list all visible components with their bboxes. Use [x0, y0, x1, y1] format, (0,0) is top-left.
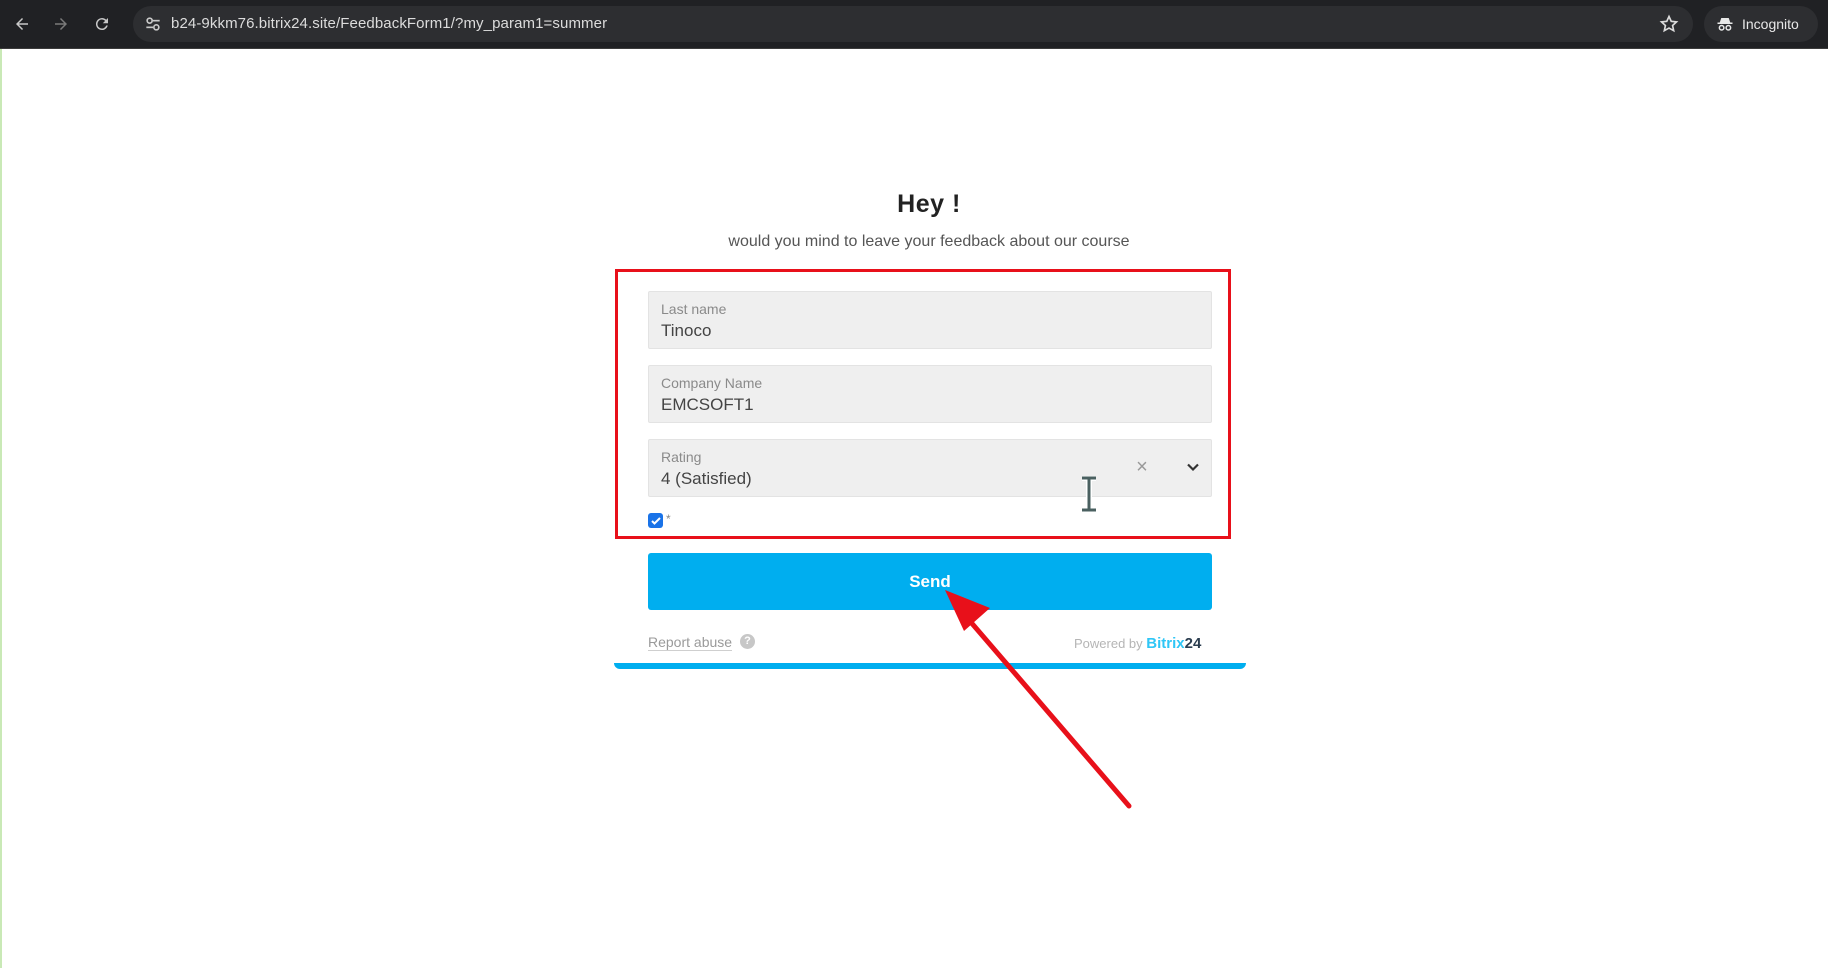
rating-value[interactable]: 4 (Satisfied) — [661, 469, 752, 489]
form-title: Hey ! — [897, 190, 961, 218]
bookmark-star-icon[interactable] — [1659, 14, 1679, 34]
company-name-field[interactable]: Company Name EMCSOFT1 — [648, 365, 1212, 423]
address-bar[interactable]: b24-9kkm76.bitrix24.site/FeedbackForm1/?… — [133, 6, 1693, 42]
brand-name: Bitrix — [1146, 635, 1185, 652]
brand-number: 24 — [1184, 635, 1202, 652]
form-subtitle: would you mind to leave your feedback ab… — [728, 233, 1130, 250]
browser-toolbar: b24-9kkm76.bitrix24.site/FeedbackForm1/?… — [0, 0, 1828, 49]
incognito-icon — [1717, 18, 1733, 31]
report-abuse-link[interactable]: Report abuse — [648, 634, 733, 651]
back-icon[interactable] — [8, 10, 36, 38]
powered-by-text: Powered by — [1074, 636, 1143, 651]
text-cursor-icon — [1082, 476, 1096, 512]
send-button[interactable]: Send — [648, 553, 1212, 610]
reload-icon[interactable] — [88, 10, 116, 38]
incognito-badge[interactable]: Incognito — [1704, 6, 1818, 42]
form-bottom-border — [614, 663, 1246, 669]
company-name-value[interactable]: EMCSOFT1 — [661, 395, 754, 415]
required-marker: * — [666, 512, 671, 526]
help-icon[interactable]: ? — [740, 634, 755, 649]
incognito-label: Incognito — [1742, 16, 1799, 32]
last-name-value[interactable]: Tinoco — [661, 321, 711, 341]
consent-checkbox[interactable] — [648, 513, 663, 528]
page-edge — [0, 48, 2, 968]
url-text[interactable]: b24-9kkm76.bitrix24.site/FeedbackForm1/?… — [171, 15, 607, 32]
clear-icon[interactable]: × — [1129, 454, 1155, 480]
last-name-label: Last name — [661, 301, 727, 317]
rating-label: Rating — [661, 449, 702, 465]
checkmark-icon — [650, 516, 661, 525]
rating-select[interactable]: Rating 4 (Satisfied) × — [648, 439, 1212, 497]
site-settings-icon[interactable] — [143, 14, 163, 34]
forward-icon[interactable] — [47, 10, 75, 38]
chevron-down-icon[interactable] — [1183, 457, 1203, 477]
company-name-label: Company Name — [661, 375, 763, 391]
last-name-field[interactable]: Last name Tinoco — [648, 291, 1212, 349]
powered-by[interactable]: Powered by Bitrix24 — [1074, 635, 1201, 652]
